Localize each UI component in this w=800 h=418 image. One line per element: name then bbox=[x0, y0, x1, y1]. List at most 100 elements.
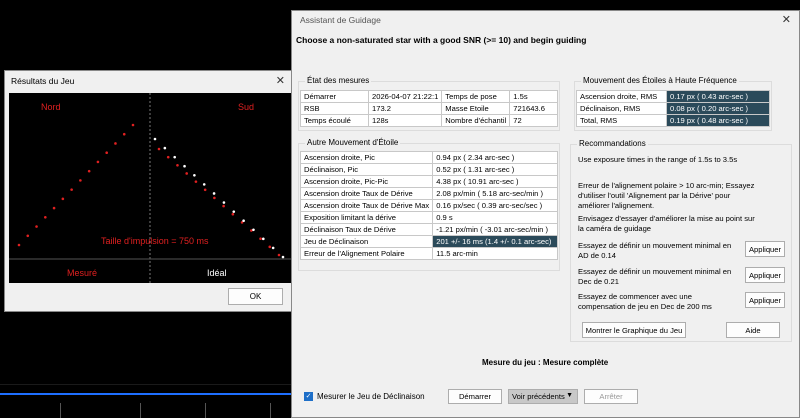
plot-point bbox=[157, 147, 161, 151]
table-cell: 201 +/- 16 ms (1.4 +/- 0.1 arc-sec) bbox=[432, 235, 558, 248]
show-backlash-graph-button[interactable]: Montrer le Graphique du Jeu bbox=[582, 322, 686, 338]
backlash-results-dialog[interactable]: Résultats du Jeu ✕ Nord Sud Taille d'imp… bbox=[4, 70, 292, 312]
dialog-title-bar[interactable]: Assistant de Guidage ✕ bbox=[292, 11, 799, 29]
polar-alignment-recommendation: Erreur de l'alignement polaire > 10 arc-… bbox=[578, 181, 755, 210]
help-button[interactable]: Aide bbox=[726, 322, 780, 338]
plot-point bbox=[242, 219, 245, 222]
apply-backlash-comp-button[interactable]: Appliquer bbox=[745, 292, 785, 308]
table-row: Déclinaison Taux de Dérive -1.21 px/min … bbox=[299, 223, 558, 236]
table-cell: Masse Etoile bbox=[441, 102, 511, 115]
plot-point bbox=[203, 188, 207, 192]
group-label: Mouvement des Étoiles à Haute Fréquence bbox=[581, 76, 739, 85]
measure-backlash-label: Mesurer le Jeu de Déclinaison bbox=[317, 392, 425, 401]
apply-dec-min-move-button[interactable]: Appliquer bbox=[745, 267, 785, 283]
table-cell: Ascension droite Taux de Dérive bbox=[299, 187, 434, 200]
plot-point bbox=[231, 212, 235, 216]
table-row: Ascension droite Taux de Dérive Max 0.16… bbox=[299, 199, 558, 212]
plot-point bbox=[193, 174, 196, 177]
plot-point bbox=[277, 253, 281, 257]
table-cell: -1.21 px/min ( -3.01 arc-sec/min ) bbox=[432, 223, 558, 236]
table-row: Temps écoulé 128s Nombre d'échantil 72 bbox=[300, 114, 558, 127]
focus-recommendation: Envisagez d'essayer d'améliorer la mise … bbox=[578, 214, 755, 233]
plot-point bbox=[61, 197, 65, 201]
table-row: Jeu de Déclinaison 201 +/- 16 ms (1.4 +/… bbox=[299, 235, 558, 248]
table-cell: Ascension droite Taux de Dérive Max bbox=[299, 199, 434, 212]
ideal-legend: Idéal bbox=[207, 268, 227, 278]
exposure-recommendation: Use exposure times in the range of 1.5s … bbox=[578, 155, 738, 164]
measured-legend: Mesuré bbox=[67, 268, 97, 278]
apply-ra-min-move-button[interactable]: Appliquer bbox=[745, 241, 785, 257]
dialog-title: Assistant de Guidage bbox=[300, 15, 381, 25]
table-cell: Ascension droite, Pic bbox=[299, 151, 434, 164]
table-row: Démarrer 2026-04-07 21:22:1 Temps de pos… bbox=[300, 90, 558, 103]
plot-point bbox=[222, 204, 225, 208]
plot-point bbox=[35, 225, 38, 228]
dialog-title: Résultats du Jeu bbox=[11, 76, 75, 86]
table-cell: 0.08 px ( 0.20 arc-sec ) bbox=[666, 102, 770, 115]
previous-results-button[interactable]: Voir précédents ▼ bbox=[508, 389, 578, 404]
plot-point bbox=[222, 201, 226, 204]
pulse-size-label: Taille d'impulsion = 750 ms bbox=[101, 236, 209, 246]
plot-point bbox=[268, 245, 272, 249]
table-row: Ascension droite, Pic-Pic 4.38 px ( 10.9… bbox=[299, 175, 558, 188]
table-row: Total, RMS 0.19 px ( 0.48 arc-sec ) bbox=[576, 114, 770, 127]
plot-point bbox=[105, 151, 108, 154]
table-row: Ascension droite, Pic 0.94 px ( 2.34 arc… bbox=[299, 151, 558, 164]
guiding-assistant-dialog[interactable]: Assistant de Guidage ✕ Choose a non-satu… bbox=[291, 10, 800, 418]
plot-point bbox=[202, 183, 206, 186]
ok-button[interactable]: OK bbox=[228, 288, 283, 305]
close-icon[interactable]: ✕ bbox=[782, 11, 791, 29]
measure-backlash-checkbox-row[interactable]: ✓ Mesurer le Jeu de Déclinaison bbox=[304, 392, 425, 401]
table-row: RSB 173.2 Masse Etoile 721643.6 bbox=[300, 102, 558, 115]
group-label: État des mesures bbox=[305, 76, 372, 85]
table-cell: 0.16 px/sec ( 0.39 arc-sec/sec ) bbox=[432, 199, 558, 212]
plot-point bbox=[176, 164, 179, 167]
table-cell: 0.9 s bbox=[432, 211, 558, 224]
measure-backlash-checkbox[interactable]: ✓ bbox=[304, 392, 313, 401]
table-cell: 11.5 arc-min bbox=[432, 247, 558, 260]
plot-point bbox=[114, 142, 117, 145]
table-cell: 0.52 px ( 1.31 arc-sec ) bbox=[432, 163, 558, 176]
table-cell: Exposition limitant la dérive bbox=[299, 211, 434, 224]
dec-min-move-recommendation: Essayez de définir un mouvement minimal … bbox=[578, 267, 732, 286]
close-icon[interactable]: ✕ bbox=[276, 71, 285, 91]
group-label: Recommandations bbox=[577, 139, 648, 148]
backlash-plot-svg: Nord Sud Taille d'impulsion = 750 ms Mes… bbox=[9, 93, 291, 283]
plot-point bbox=[213, 196, 216, 200]
table-cell: 721643.6 bbox=[509, 102, 558, 115]
plot-point bbox=[153, 137, 157, 141]
plot-point bbox=[163, 146, 167, 150]
plot-point bbox=[281, 255, 285, 259]
measurement-status-text: Mesure du jeu : Mesure complète bbox=[482, 358, 609, 367]
start-button[interactable]: Démarrer bbox=[448, 389, 502, 404]
plot-point bbox=[166, 155, 170, 159]
table-cell: Ascension droite, Pic-Pic bbox=[299, 175, 434, 188]
table-cell: Total, RMS bbox=[576, 114, 667, 127]
table-cell: 72 bbox=[509, 114, 558, 127]
table-cell: Déclinaison, RMS bbox=[576, 102, 667, 115]
instruction-text: Choose a non-saturated star with a good … bbox=[296, 35, 587, 45]
table-cell: Déclinaison, Pic bbox=[299, 163, 434, 176]
table-cell: 0.17 px ( 0.43 arc-sec ) bbox=[666, 90, 770, 103]
table-cell: 173.2 bbox=[367, 102, 443, 115]
dialog-title-bar[interactable]: Résultats du Jeu ✕ bbox=[5, 71, 291, 91]
graph-tick bbox=[270, 403, 271, 418]
measurement-status-table: Démarrer 2026-04-07 21:22:1 Temps de pos… bbox=[300, 90, 558, 127]
plot-point bbox=[259, 237, 262, 240]
chevron-down-icon: ▼ bbox=[566, 392, 573, 399]
backlash-comp-recommendation: Essayez de commencer avec une compensati… bbox=[578, 292, 712, 311]
plot-point bbox=[79, 179, 82, 182]
stop-button[interactable]: Arrêter bbox=[584, 389, 638, 404]
table-row: Déclinaison, RMS 0.08 px ( 0.20 arc-sec … bbox=[576, 102, 770, 115]
plot-point bbox=[194, 180, 198, 183]
plot-point bbox=[26, 234, 30, 238]
table-cell: 128s bbox=[367, 114, 443, 127]
graph-tick bbox=[205, 403, 206, 418]
table-cell: 0.19 px ( 0.48 arc-sec ) bbox=[666, 114, 770, 127]
previous-results-label: Voir précédents bbox=[512, 392, 565, 401]
table-cell: Déclinaison Taux de Dérive bbox=[299, 223, 434, 236]
table-cell: Nombre d'échantil bbox=[441, 114, 511, 127]
table-cell: 0.94 px ( 2.34 arc-sec ) bbox=[432, 151, 558, 164]
plot-point bbox=[122, 132, 126, 136]
plot-point bbox=[44, 216, 47, 219]
